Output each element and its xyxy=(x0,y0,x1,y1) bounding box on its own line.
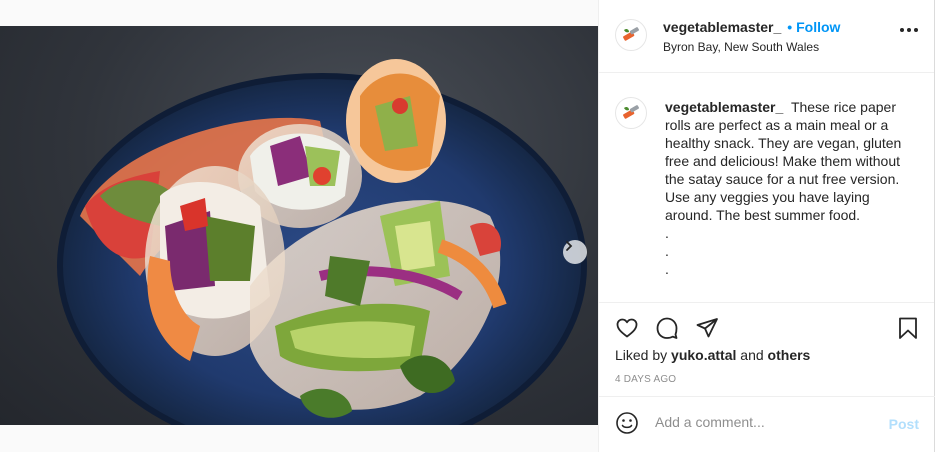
liked-others-link[interactable]: others xyxy=(768,347,811,363)
liked-user-link[interactable]: yuko.attal xyxy=(671,347,736,363)
caption-dot: . xyxy=(665,261,669,277)
comment-bubble-icon[interactable] xyxy=(655,316,679,343)
comment-bubble-icon-glyph xyxy=(656,317,678,339)
post-comment-button[interactable]: Post xyxy=(889,416,919,432)
caption-section: vegetablemaster_ These rice paper rolls … xyxy=(599,73,934,303)
more-options-icon[interactable] xyxy=(900,28,918,32)
more-dot xyxy=(907,28,911,32)
caption-dot: . xyxy=(665,243,669,259)
paper-plane-icon[interactable] xyxy=(695,316,719,343)
action-bar xyxy=(599,303,934,343)
smiley-icon[interactable] xyxy=(615,411,639,438)
post-image[interactable] xyxy=(0,26,598,425)
heart-icon-glyph xyxy=(616,318,638,338)
bookmark-icon-glyph xyxy=(899,317,917,339)
location-link[interactable]: Byron Bay, New South Wales xyxy=(663,40,819,54)
post-timestamp[interactable]: 4 DAYS AGO xyxy=(615,374,676,385)
likes-summary: Liked by yuko.attal and others xyxy=(615,347,810,363)
spring-rolls-photo xyxy=(57,59,587,425)
liked-prefix: Liked by xyxy=(615,347,668,363)
follow-separator: • xyxy=(787,19,793,35)
follow-button[interactable]: • Follow xyxy=(787,19,840,35)
heart-icon[interactable] xyxy=(615,316,639,343)
smiley-icon-glyph xyxy=(616,412,638,434)
more-dot xyxy=(914,28,918,32)
caption-body: These rice paper rolls are perfect as a … xyxy=(665,99,902,223)
chevron-right-icon xyxy=(566,241,573,251)
follow-label: Follow xyxy=(796,19,841,35)
more-dot xyxy=(900,28,904,32)
comment-input[interactable] xyxy=(655,414,875,430)
comment-bar: Post xyxy=(599,396,935,452)
next-slide-button[interactable] xyxy=(563,240,587,264)
caption-avatar[interactable] xyxy=(615,97,647,129)
caption-text: vegetablemaster_ These rice paper rolls … xyxy=(665,98,920,278)
post-header: vegetablemaster_ • Follow Byron Bay, New… xyxy=(599,0,934,73)
caption-username[interactable]: vegetablemaster_ xyxy=(665,99,783,115)
bookmark-icon[interactable] xyxy=(896,316,920,343)
knife-vegetable-icon xyxy=(623,27,639,41)
knife-vegetable-icon xyxy=(623,105,639,119)
username-link[interactable]: vegetablemaster_ xyxy=(663,19,781,35)
avatar[interactable] xyxy=(615,19,647,51)
username-follow-line: vegetablemaster_ • Follow xyxy=(663,19,840,35)
liked-and: and xyxy=(740,347,764,363)
post-details-panel: vegetablemaster_ • Follow Byron Bay, New… xyxy=(598,0,935,452)
paper-plane-icon-glyph xyxy=(696,318,718,338)
caption-dot: . xyxy=(665,225,669,241)
